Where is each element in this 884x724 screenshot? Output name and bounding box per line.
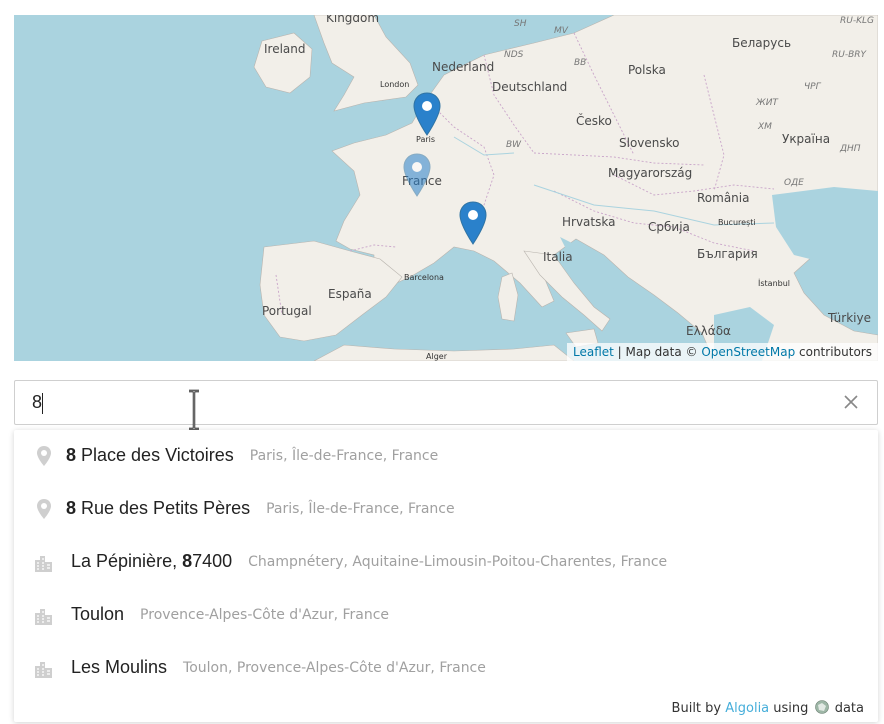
map-label-bulgaria: България [697, 247, 758, 261]
map-label-polska: Polska [628, 63, 666, 77]
city-icon [35, 556, 52, 572]
leaflet-link[interactable]: Leaflet [573, 345, 614, 359]
city-icon [35, 609, 52, 625]
text-cursor-icon [189, 389, 199, 431]
map-label-bb: BB [574, 58, 587, 68]
map-label-ru-klg: RU-KLG [840, 16, 874, 26]
suggestion-item[interactable]: 8 Rue des Petits Pères Paris, Île-de-Fran… [14, 483, 878, 535]
map-label-mv: MV [554, 26, 568, 36]
footer-using: using [773, 701, 809, 716]
suggestion-item[interactable]: Toulon Provence-Alpes-Côte d'Azur, France [14, 589, 878, 641]
suggestion-name-rest: Rue des Petits Pères [76, 498, 251, 518]
footer-built-by: Built by [671, 701, 722, 716]
suggestion-name: Les Moulins Toulon, Provence-Alpes-Côte d… [71, 657, 486, 678]
map-label-ukraina: Україна [782, 132, 831, 146]
suggestion-name: 8 Place des Victoires Paris, Île-de-Franc… [66, 445, 438, 466]
map-label-ellada: Ελλάδα [686, 324, 731, 338]
map-label-magyarorszag: Magyarország [608, 166, 693, 180]
map-label-espana: España [328, 287, 372, 301]
suggestion-name: 8 Rue des Petits Pères Paris, Île-de-Fran… [66, 498, 455, 519]
pin-icon [37, 446, 51, 466]
map-label-dnp: ДНП [840, 144, 861, 154]
suggestion-name-rest: Toulon [71, 604, 125, 624]
map-label-khm: ХМ [758, 122, 772, 132]
address-search-input[interactable] [15, 381, 835, 424]
suggestions-dropdown: 8 Place des Victoires Paris, Île-de-Franc… [14, 430, 878, 722]
map[interactable]: Kingdom Ireland Nederland London Deutsch… [14, 15, 878, 361]
map-label-barcelona: Barcelona [404, 273, 444, 282]
map-label-nederland: Nederland [432, 60, 495, 74]
suggestion-item[interactable]: Les Moulins Toulon, Provence-Alpes-Côte d… [14, 642, 878, 694]
suggestion-address: Provence-Alpes-Côte d'Azur, France [140, 607, 390, 623]
openstreetmap-logo-icon [814, 700, 829, 714]
suggestion-address: Paris, Île-de-France, France [266, 501, 455, 517]
map-attribution: Leaflet | Map data © OpenStreetMap contr… [566, 343, 878, 361]
map-label-italia: Italia [543, 250, 573, 264]
text-caret [42, 393, 43, 414]
map-label-deutschland: Deutschland [492, 80, 568, 94]
map-label-slovensko: Slovensko [619, 136, 680, 150]
map-label-istanbul: İstanbul [758, 279, 791, 288]
suggestion-match: 8 [66, 445, 77, 465]
map-label-london: London [380, 80, 410, 89]
map-label-ireland: Ireland [264, 42, 306, 56]
map-label-portugal: Portugal [262, 304, 312, 318]
close-icon[interactable] [841, 392, 861, 412]
powered-by-footer: Built by Algolia using data [672, 700, 864, 716]
suggestion-name-rest: 7400 [192, 551, 233, 571]
map-label-bucuresti: București [718, 218, 756, 227]
map-label-srbija: Србија [648, 220, 690, 234]
suggestion-name: Toulon Provence-Alpes-Côte d'Azur, France [71, 604, 389, 625]
map-label-bw: BW [506, 140, 522, 150]
city-icon [35, 662, 52, 678]
map-label-turkiye: Türkiye [828, 311, 871, 325]
footer-data: data [834, 701, 864, 716]
map-label-ode: ОДЕ [784, 178, 804, 188]
suggestion-name-prefix: La Pépinière, [71, 551, 183, 571]
suggestion-item[interactable]: La Pépinière, 87400 Champnétery, Aquitain… [14, 536, 878, 588]
map-label-romania: România [697, 191, 750, 205]
suggestion-item[interactable]: 8 Place des Victoires Paris, Île-de-Franc… [14, 430, 878, 482]
map-label-cesko: Česko [576, 114, 612, 128]
attribution-separator: | Map data © [617, 345, 698, 359]
map-label-alger: Alger [426, 352, 447, 361]
openstreetmap-link[interactable]: OpenStreetMap [701, 345, 795, 359]
algolia-link[interactable]: Algolia [725, 701, 769, 716]
address-search-box [14, 380, 878, 425]
pin-icon [37, 499, 51, 519]
map-label-zhit: ЖИТ [756, 98, 778, 108]
attribution-suffix: contributors [799, 345, 872, 359]
toulon-marker-icon[interactable] [459, 201, 487, 245]
map-label-chg: ЧРГ [804, 82, 821, 92]
map-label-sh: SH [514, 19, 527, 29]
suggestion-address: Toulon, Provence-Alpes-Côte d'Azur, Fran… [183, 660, 486, 676]
france-marker-icon[interactable] [403, 153, 431, 197]
paris-marker-icon[interactable] [413, 92, 441, 136]
map-label-ru-bry: RU-BRY [832, 50, 867, 60]
suggestion-name-rest: Place des Victoires [76, 445, 234, 465]
map-label-nds: NDS [504, 50, 524, 60]
map-label-paris: Paris [416, 135, 436, 144]
suggestion-address: Paris, Île-de-France, France [249, 448, 439, 464]
suggestion-name-rest: Les Moulins [71, 657, 168, 677]
map-label-belarus: Беларусь [732, 36, 792, 50]
map-label-hrvatska: Hrvatska [562, 215, 616, 229]
suggestion-name: La Pépinière, 87400 Champnétery, Aquitain… [71, 551, 667, 572]
suggestion-match: 8 [182, 551, 193, 571]
suggestion-match: 8 [66, 498, 77, 518]
map-label-kingdom: Kingdom [326, 15, 380, 25]
suggestion-address: Champnétery, Aquitaine-Limousin-Poitou-C… [248, 554, 668, 570]
